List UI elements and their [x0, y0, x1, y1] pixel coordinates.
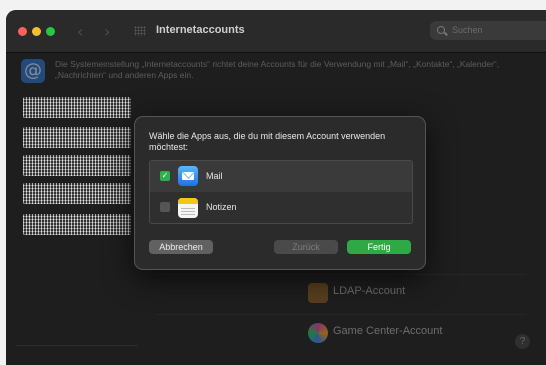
back-arrow-icon[interactable]: ‹: [77, 22, 83, 41]
info-description: Die Systemeinstellung „Internetaccounts“…: [55, 59, 500, 80]
mail-icon: [178, 166, 198, 186]
search-input[interactable]: Suchen: [430, 21, 546, 40]
accounts-sidebar: [16, 94, 138, 354]
account-label: Game Center-Account: [333, 325, 443, 337]
notes-checkbox[interactable]: [160, 202, 170, 212]
window-title: Internetaccounts: [156, 24, 245, 36]
select-apps-dialog: Wähle die Apps aus, die du mit diesem Ac…: [134, 116, 426, 270]
internet-accounts-at-icon: @: [21, 59, 45, 83]
search-placeholder: Suchen: [452, 25, 483, 35]
back-button[interactable]: Zurück: [274, 240, 338, 254]
minimize-window-button[interactable]: [32, 27, 41, 36]
app-row-notes[interactable]: Notizen: [150, 192, 412, 223]
show-all-grid-icon[interactable]: [134, 26, 146, 36]
app-label: Mail: [206, 171, 223, 181]
info-header: @ Die Systemeinstellung „Internetaccount…: [6, 53, 546, 93]
sidebar-item-redacted[interactable]: [23, 183, 131, 204]
cancel-button[interactable]: Abbrechen: [149, 240, 213, 254]
game-center-icon: [308, 323, 328, 343]
ldap-icon: [308, 283, 328, 303]
done-button[interactable]: Fertig: [347, 240, 411, 254]
notes-icon: [178, 198, 198, 218]
app-list: ✓ Mail Notizen: [149, 160, 413, 224]
search-icon: [437, 26, 445, 34]
dialog-prompt: Wähle die Apps aus, die du mit diesem Ac…: [149, 131, 386, 152]
sidebar-item-redacted[interactable]: [23, 155, 131, 176]
sidebar-item-redacted[interactable]: [23, 97, 131, 118]
sidebar-item-redacted[interactable]: [23, 214, 131, 235]
app-label: Notizen: [206, 202, 237, 212]
title-bar: ‹ › Internetaccounts Suchen: [6, 10, 546, 53]
help-button[interactable]: ?: [515, 334, 530, 349]
sidebar-item-redacted[interactable]: [23, 127, 131, 148]
sidebar-footer-divider: [16, 345, 138, 346]
account-row-game-center[interactable]: Game Center-Account: [156, 314, 526, 349]
mail-checkbox[interactable]: ✓: [160, 171, 170, 181]
forward-arrow-icon[interactable]: ›: [104, 22, 110, 41]
account-label: LDAP-Account: [333, 285, 406, 297]
close-window-button[interactable]: [18, 27, 27, 36]
account-row-ldap[interactable]: LDAP-Account: [156, 274, 526, 309]
zoom-window-button[interactable]: [46, 27, 55, 36]
app-row-mail[interactable]: ✓ Mail: [150, 161, 412, 192]
